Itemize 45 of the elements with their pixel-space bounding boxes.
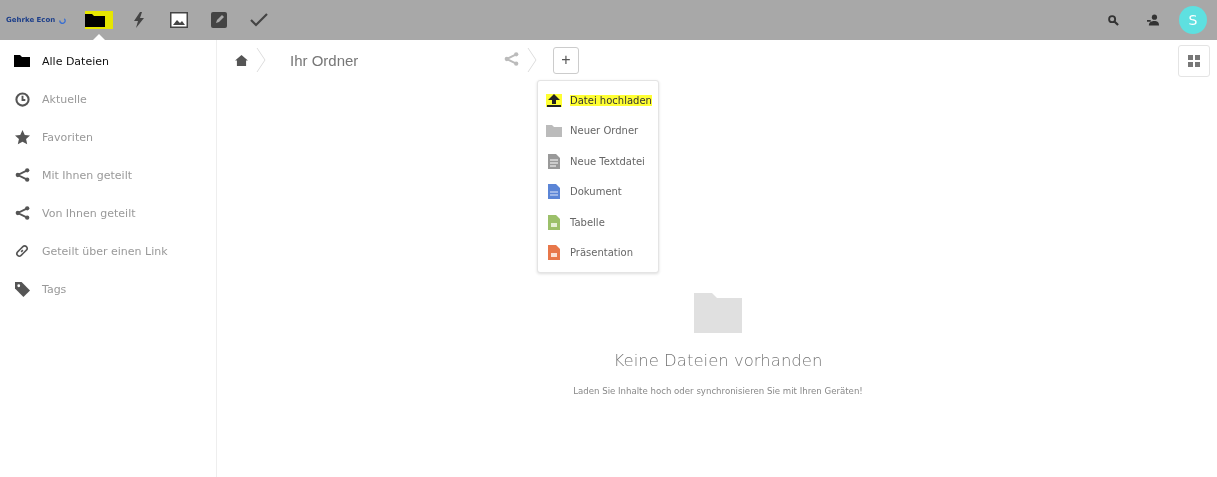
share-icon — [14, 168, 30, 182]
menu-item[interactable]: Präsentation — [538, 237, 658, 268]
document-icon — [548, 184, 560, 200]
clock-icon — [14, 91, 30, 107]
empty-title: Keine Dateien vorhanden — [613, 351, 823, 370]
link-icon — [15, 244, 29, 258]
folder-icon — [85, 11, 114, 29]
search-icon — [1107, 14, 1119, 26]
breadcrumb-folder[interactable]: Ihr Ordner — [290, 51, 504, 69]
sidebar-item[interactable]: Favoriten — [0, 118, 216, 156]
grid-icon — [1188, 55, 1200, 67]
checkmark-icon — [250, 13, 269, 27]
tag-icon — [14, 281, 30, 297]
menu-item[interactable]: Datei hochladen — [538, 85, 658, 116]
chevron-icon — [256, 48, 266, 72]
grid-view-button[interactable] — [1178, 45, 1210, 77]
menu-item[interactable]: Neuer Ordner — [538, 115, 658, 146]
share-icon — [504, 51, 519, 66]
menu-item[interactable]: Neue Textdatei — [538, 146, 658, 177]
sidebar-item[interactable]: Von Ihnen geteilt — [0, 194, 216, 232]
image-icon — [170, 12, 189, 28]
sidebar-item[interactable]: Aktuelle — [0, 80, 216, 118]
sidebar-item[interactable]: Geteilt über einen Link — [0, 232, 216, 270]
spreadsheet-icon — [548, 214, 560, 230]
empty-message: Laden Sie Inhalte hoch oder synchronisieren Sie mit Ihren Geräten! — [573, 386, 863, 396]
folder-icon — [14, 55, 30, 67]
folder-icon — [546, 124, 562, 137]
sidebar-item[interactable]: Alle Dateien — [0, 42, 216, 80]
pencil-note-icon — [211, 12, 228, 28]
new-button[interactable]: + — [553, 46, 579, 74]
home-icon — [235, 54, 248, 66]
logo-swirl-icon — [58, 15, 68, 25]
presentation-icon — [548, 245, 560, 261]
empty-folder-icon — [694, 293, 742, 333]
menu-item[interactable]: Tabelle — [538, 207, 658, 238]
star-icon — [14, 129, 30, 145]
lightning-icon — [133, 12, 146, 28]
sidebar-item[interactable]: Tags — [0, 270, 216, 308]
contacts-icon — [1146, 14, 1160, 26]
sidebar-item[interactable]: Mit Ihnen geteilt — [0, 156, 216, 194]
text-file-icon — [548, 153, 560, 169]
chevron-icon — [527, 48, 537, 72]
share-icon — [14, 206, 30, 220]
menu-item[interactable]: Dokument — [538, 176, 658, 207]
upload-icon — [547, 93, 561, 107]
